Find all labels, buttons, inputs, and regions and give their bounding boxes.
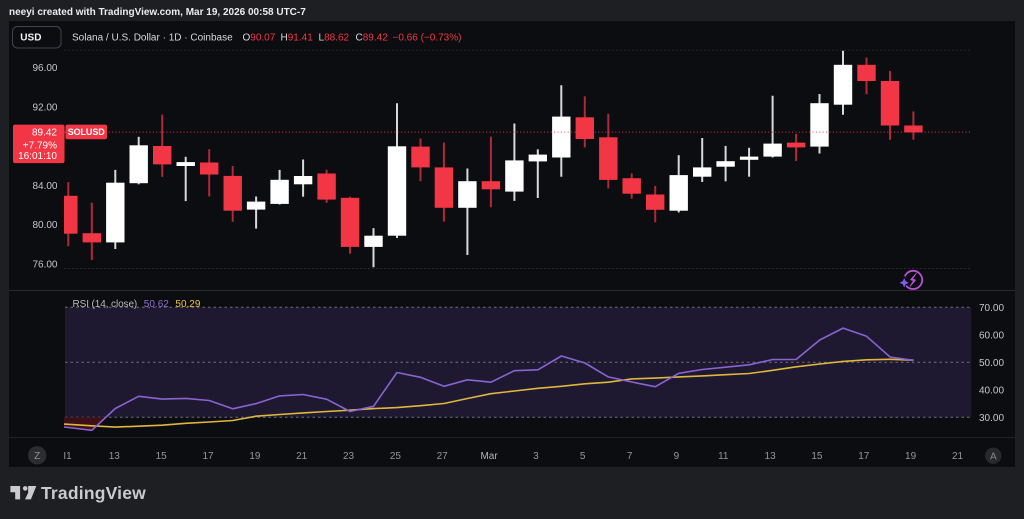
svg-text:+7.79%: +7.79%	[23, 140, 57, 151]
svg-text:C89.42: C89.42	[356, 33, 389, 44]
svg-text:Mar: Mar	[480, 451, 498, 462]
svg-text:O90.07: O90.07	[243, 33, 276, 44]
svg-text:16:01:10: 16:01:10	[18, 151, 57, 162]
svg-text:30.00: 30.00	[979, 413, 1004, 424]
svg-text:19: 19	[905, 451, 917, 462]
svg-text:23: 23	[343, 451, 355, 462]
svg-text:USD: USD	[20, 33, 41, 44]
svg-text:TradingView: TradingView	[41, 483, 146, 503]
svg-text:96.00: 96.00	[32, 63, 57, 74]
svg-text:5: 5	[580, 451, 586, 462]
svg-text:89.42: 89.42	[32, 127, 57, 138]
svg-text:25: 25	[390, 451, 402, 462]
svg-text:13: 13	[765, 451, 777, 462]
svg-text:80.00: 80.00	[32, 220, 57, 231]
svg-text:15: 15	[156, 451, 168, 462]
svg-text:70.00: 70.00	[979, 303, 1004, 314]
svg-text:19: 19	[249, 451, 261, 462]
svg-text:Solana / U.S. Dollar · 1D · Co: Solana / U.S. Dollar · 1D · Coinbase	[72, 33, 233, 44]
svg-text:3: 3	[533, 451, 539, 462]
svg-text:40.00: 40.00	[979, 385, 1004, 396]
svg-text:A: A	[990, 452, 997, 463]
svg-text:92.00: 92.00	[32, 103, 57, 114]
svg-text:H91.41: H91.41	[281, 33, 314, 44]
svg-text:50.29: 50.29	[175, 299, 200, 310]
svg-text:15: 15	[811, 451, 823, 462]
svg-text:Z: Z	[34, 451, 40, 462]
svg-text:21: 21	[296, 451, 308, 462]
svg-text:76.00: 76.00	[32, 260, 57, 271]
svg-text:7: 7	[627, 451, 633, 462]
svg-text:11: 11	[718, 451, 729, 462]
svg-text:L88.62: L88.62	[319, 33, 350, 44]
svg-text:17: 17	[858, 451, 870, 462]
svg-text:27: 27	[437, 451, 449, 462]
svg-text:RSI (14, close): RSI (14, close)	[73, 299, 138, 310]
svg-text:60.00: 60.00	[979, 331, 1004, 342]
svg-text:−0.66 (−0.73%): −0.66 (−0.73%)	[393, 33, 462, 44]
svg-text:50.62: 50.62	[144, 299, 169, 310]
svg-text:SOLUSD: SOLUSD	[68, 127, 106, 137]
svg-text:13: 13	[109, 451, 121, 462]
svg-text:84.00: 84.00	[32, 181, 57, 192]
svg-text:21: 21	[952, 451, 964, 462]
svg-text:9: 9	[674, 451, 680, 462]
svg-text:50.00: 50.00	[979, 358, 1004, 369]
svg-text:I1: I1	[63, 451, 72, 462]
svg-text:17: 17	[202, 451, 214, 462]
